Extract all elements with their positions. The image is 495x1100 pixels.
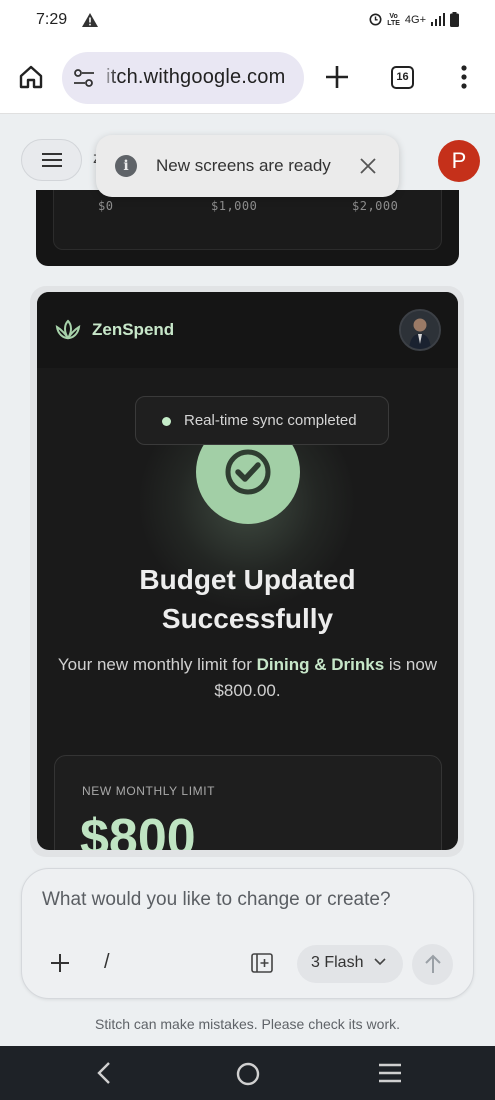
more-options-icon[interactable]	[459, 64, 469, 95]
status-bar: 7:29 Vo LTE 4G+	[0, 0, 495, 42]
volte-icon: Vo LTE	[387, 12, 400, 27]
success-headline: Budget Updated Successfully	[139, 564, 356, 634]
limit-amount: $800	[80, 809, 196, 850]
slash-command-button[interactable]: /	[104, 951, 110, 974]
home-circle-icon[interactable]	[236, 1062, 260, 1091]
axis-tick-label: $2,000	[352, 199, 399, 213]
toast-message: New screens are ready	[156, 156, 331, 175]
chart-panel: $0 $1,000 $2,000	[53, 190, 442, 250]
url-text[interactable]: itch.withgoogle.com	[106, 66, 285, 89]
new-tab-icon[interactable]	[324, 64, 350, 95]
new-limit-card: NEW MONTHLY LIMIT $800	[54, 755, 442, 850]
site-settings-icon[interactable]	[73, 69, 95, 87]
success-description: Your new monthly limit for Dining & Drin…	[57, 655, 438, 700]
disclaimer-text: Stitch can make mistakes. Please check i…	[95, 1016, 400, 1032]
status-dot	[162, 417, 171, 426]
add-attachment-icon[interactable]	[49, 952, 71, 979]
app-screen-preview[interactable]: ZenSpend Real-time sync completed Budget…	[37, 292, 458, 850]
close-icon[interactable]	[358, 156, 378, 181]
notification-toast: i New screens are ready	[96, 135, 399, 197]
axis-tick-label: $1,000	[211, 199, 258, 213]
network-type: 4G+	[404, 13, 426, 26]
address-bar[interactable]: itch.withgoogle.com	[62, 52, 304, 104]
status-time: 7:29	[36, 11, 68, 28]
prompt-box[interactable]: What would you like to change or create?…	[21, 868, 474, 999]
axis-tick-label: $0	[98, 199, 114, 213]
arrow-up-icon	[425, 954, 441, 973]
app-header: ZenSpend	[37, 292, 458, 368]
add-screen-icon[interactable]	[251, 953, 273, 978]
signal-icon	[431, 13, 445, 26]
info-icon: i	[115, 155, 137, 177]
battery-icon	[450, 12, 459, 27]
alarm-icon	[369, 13, 382, 26]
recent-apps-icon[interactable]	[378, 1063, 402, 1088]
tab-switcher-button[interactable]: 16	[391, 66, 414, 89]
profile-avatar[interactable]	[399, 309, 441, 351]
sync-status-text: Real-time sync completed	[184, 412, 357, 429]
warning-icon	[82, 13, 98, 32]
category-name: Dining & Drinks	[256, 655, 385, 674]
app-brand-name: ZenSpend	[92, 320, 175, 339]
limit-label: NEW MONTHLY LIMIT	[82, 784, 216, 798]
previous-screen-card[interactable]: $0 $1,000 $2,000	[36, 190, 459, 266]
sync-status-badge: Real-time sync completed	[135, 396, 389, 445]
system-nav-bar	[0, 1046, 495, 1100]
chevron-down-icon	[374, 958, 386, 966]
browser-toolbar: itch.withgoogle.com 16	[0, 42, 495, 114]
lotus-logo-icon	[55, 319, 81, 346]
back-icon[interactable]	[96, 1061, 112, 1090]
send-button[interactable]	[412, 944, 453, 985]
menu-button[interactable]	[21, 139, 82, 181]
menu-icon	[41, 153, 62, 167]
model-selector[interactable]: 3 Flash	[297, 945, 403, 983]
prompt-input[interactable]: What would you like to change or create?	[42, 889, 391, 911]
home-icon[interactable]	[18, 64, 44, 95]
model-label: 3 Flash	[311, 954, 364, 971]
account-avatar[interactable]: P	[438, 140, 480, 182]
